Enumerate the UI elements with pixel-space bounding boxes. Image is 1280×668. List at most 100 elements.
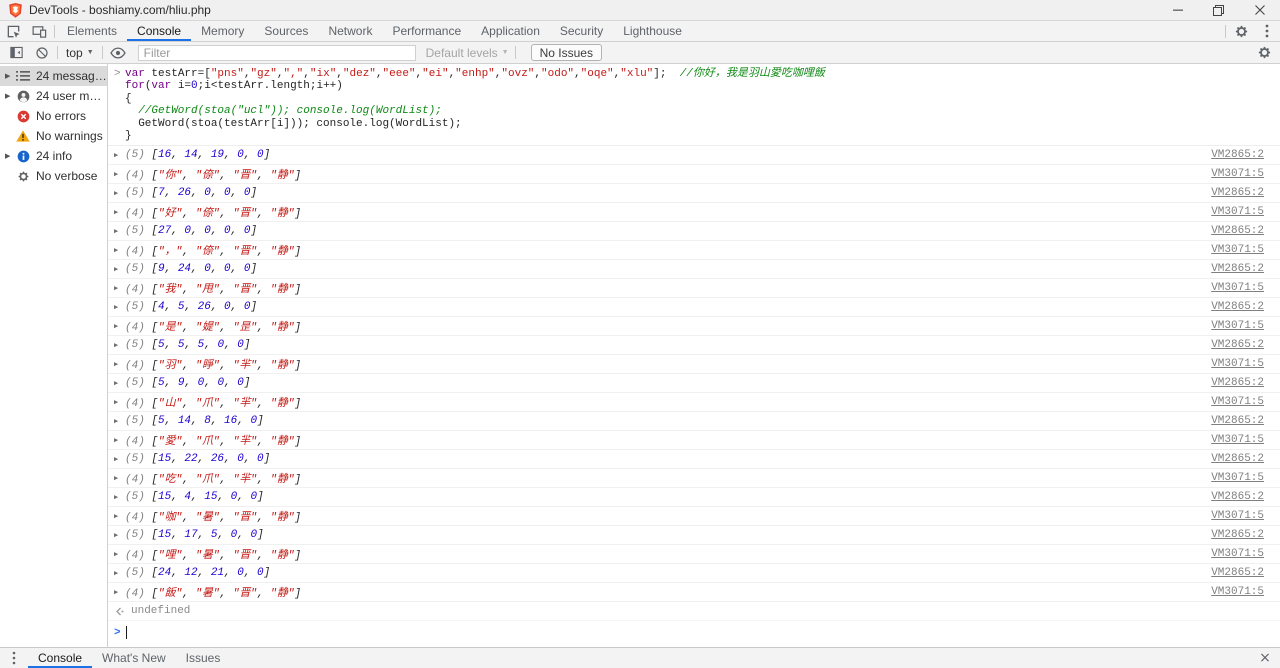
- tab-console[interactable]: Console: [127, 21, 191, 41]
- disclosure-triangle-icon[interactable]: ▶: [114, 189, 125, 198]
- minimize-button[interactable]: [1157, 0, 1198, 20]
- source-link[interactable]: VM2865:2: [1211, 491, 1280, 503]
- disclosure-triangle-icon[interactable]: ▶: [114, 360, 125, 369]
- console-settings-button[interactable]: [1251, 45, 1277, 60]
- inspect-button[interactable]: [0, 21, 26, 41]
- drawer-close-button[interactable]: ×: [1250, 648, 1280, 668]
- console-sidebar-toggle-button[interactable]: [3, 45, 29, 60]
- array-preview: (5) [15, 4, 15, 0, 0]: [125, 491, 264, 503]
- source-link[interactable]: VM3071:5: [1211, 358, 1280, 370]
- disclosure-triangle-icon[interactable]: ▶: [114, 151, 125, 160]
- context-selector[interactable]: top ▼: [60, 46, 100, 60]
- disclosure-triangle-icon[interactable]: ▶: [114, 208, 125, 217]
- source-link[interactable]: VM2865:2: [1211, 339, 1280, 351]
- drawer-menu-button[interactable]: [0, 648, 28, 668]
- source-link[interactable]: VM2865:2: [1211, 415, 1280, 427]
- tab-elements[interactable]: Elements: [57, 21, 127, 41]
- source-link[interactable]: VM3071:5: [1211, 206, 1280, 218]
- disclosure-triangle-icon[interactable]: ▶: [114, 227, 125, 236]
- source-link[interactable]: VM3071:5: [1211, 282, 1280, 294]
- tab-lighthouse[interactable]: Lighthouse: [613, 21, 692, 41]
- disclosure-triangle-icon[interactable]: ▶: [114, 303, 125, 312]
- tab-memory[interactable]: Memory: [191, 21, 254, 41]
- disclosure-triangle-icon[interactable]: ▶: [114, 550, 125, 559]
- console-log-row: ▶(5) [7, 26, 0, 0, 0]VM2865:2: [108, 184, 1280, 203]
- disclosure-triangle-icon[interactable]: ▶: [114, 455, 125, 464]
- drawer-tab-issues[interactable]: Issues: [176, 648, 231, 668]
- disclosure-triangle-icon[interactable]: ▶: [114, 379, 125, 388]
- close-button[interactable]: [1239, 0, 1280, 20]
- array-preview: (5) [5, 9, 0, 0, 0]: [125, 377, 250, 389]
- tab-sources[interactable]: Sources: [254, 21, 318, 41]
- array-preview: (4) ["是", "媞", "昰", "静"]: [125, 318, 301, 334]
- filter-input[interactable]: [138, 45, 416, 61]
- source-link[interactable]: VM3071:5: [1211, 548, 1280, 560]
- device-toolbar-button[interactable]: [26, 21, 52, 41]
- source-link[interactable]: VM2865:2: [1211, 567, 1280, 579]
- chevron-down-icon: ▼: [502, 49, 509, 56]
- sidebar-item-24-user-messages[interactable]: ▶24 user messages: [0, 86, 107, 106]
- divider: [57, 46, 58, 59]
- source-link[interactable]: VM3071:5: [1211, 396, 1280, 408]
- source-link[interactable]: VM3071:5: [1211, 168, 1280, 180]
- disclosure-triangle-icon[interactable]: ▶: [114, 341, 125, 350]
- disclosure-triangle-icon[interactable]: ▶: [114, 398, 125, 407]
- source-link[interactable]: VM2865:2: [1211, 377, 1280, 389]
- drawer-tab-console[interactable]: Console: [28, 648, 92, 668]
- array-preview: (5) [15, 22, 26, 0, 0]: [125, 453, 270, 465]
- source-link[interactable]: VM3071:5: [1211, 586, 1280, 598]
- sidebar-item-no-errors[interactable]: No errors: [0, 106, 107, 126]
- source-link[interactable]: VM2865:2: [1211, 529, 1280, 541]
- drawer-tab-what-s-new[interactable]: What's New: [92, 648, 176, 668]
- tab-network[interactable]: Network: [318, 21, 382, 41]
- disclosure-triangle-icon[interactable]: ▶: [114, 569, 125, 578]
- source-link[interactable]: VM2865:2: [1211, 263, 1280, 275]
- disclosure-triangle-icon[interactable]: ▶: [114, 284, 125, 293]
- tab-security[interactable]: Security: [550, 21, 613, 41]
- source-link[interactable]: VM2865:2: [1211, 149, 1280, 161]
- sidebar-item-no-warnings[interactable]: No warnings: [0, 126, 107, 146]
- live-expression-button[interactable]: [105, 47, 131, 59]
- restore-button[interactable]: [1198, 0, 1239, 20]
- clear-console-button[interactable]: [29, 46, 55, 60]
- levels-dropdown[interactable]: Default levels ▼: [426, 46, 509, 60]
- disclosure-triangle-icon[interactable]: ▶: [114, 531, 125, 540]
- command-lines: var testArr=["pns","gz",",","ix","dez","…: [108, 68, 1280, 142]
- settings-button[interactable]: [1228, 21, 1254, 41]
- disclosure-triangle-icon[interactable]: ▶: [114, 588, 125, 597]
- disclosure-triangle-icon[interactable]: ▶: [114, 474, 125, 483]
- issues-button[interactable]: No Issues: [531, 44, 602, 61]
- disclosure-triangle-icon[interactable]: ▶: [114, 417, 125, 426]
- source-link[interactable]: VM2865:2: [1211, 187, 1280, 199]
- array-preview: (4) ["飯", "暑", "晋", "静"]: [125, 584, 301, 600]
- source-link[interactable]: VM3071:5: [1211, 244, 1280, 256]
- sidebar-item-label: No errors: [36, 109, 86, 123]
- tab-performance[interactable]: Performance: [382, 21, 471, 41]
- source-link[interactable]: VM2865:2: [1211, 225, 1280, 237]
- disclosure-triangle-icon[interactable]: ▶: [114, 265, 125, 274]
- sidebar-item-label: 24 messages: [36, 69, 107, 83]
- disclosure-triangle-icon[interactable]: ▶: [114, 493, 125, 502]
- expand-arrow-icon[interactable]: ▶: [5, 92, 16, 100]
- expand-arrow-icon[interactable]: ▶: [5, 152, 16, 160]
- sidebar-item-24-info[interactable]: ▶24 info: [0, 146, 107, 166]
- source-link[interactable]: VM3071:5: [1211, 320, 1280, 332]
- source-link[interactable]: VM2865:2: [1211, 453, 1280, 465]
- disclosure-triangle-icon[interactable]: ▶: [114, 512, 125, 521]
- disclosure-triangle-icon[interactable]: ▶: [114, 436, 125, 445]
- expand-arrow-icon[interactable]: ▶: [5, 72, 16, 80]
- prompt-row[interactable]: >: [108, 621, 1280, 639]
- main-menu-button[interactable]: [1254, 21, 1280, 41]
- command-line: {: [108, 93, 1280, 105]
- sidebar-item-no-verbose[interactable]: No verbose: [0, 166, 107, 186]
- sidebar-item-24-messages[interactable]: ▶ 24 messages: [0, 66, 107, 86]
- source-link[interactable]: VM3071:5: [1211, 472, 1280, 484]
- source-link[interactable]: VM3071:5: [1211, 510, 1280, 522]
- source-link[interactable]: VM3071:5: [1211, 434, 1280, 446]
- console-log-row: ▶(5) [27, 0, 0, 0, 0]VM2865:2: [108, 222, 1280, 241]
- tab-application[interactable]: Application: [471, 21, 550, 41]
- disclosure-triangle-icon[interactable]: ▶: [114, 170, 125, 179]
- disclosure-triangle-icon[interactable]: ▶: [114, 246, 125, 255]
- disclosure-triangle-icon[interactable]: ▶: [114, 322, 125, 331]
- source-link[interactable]: VM2865:2: [1211, 301, 1280, 313]
